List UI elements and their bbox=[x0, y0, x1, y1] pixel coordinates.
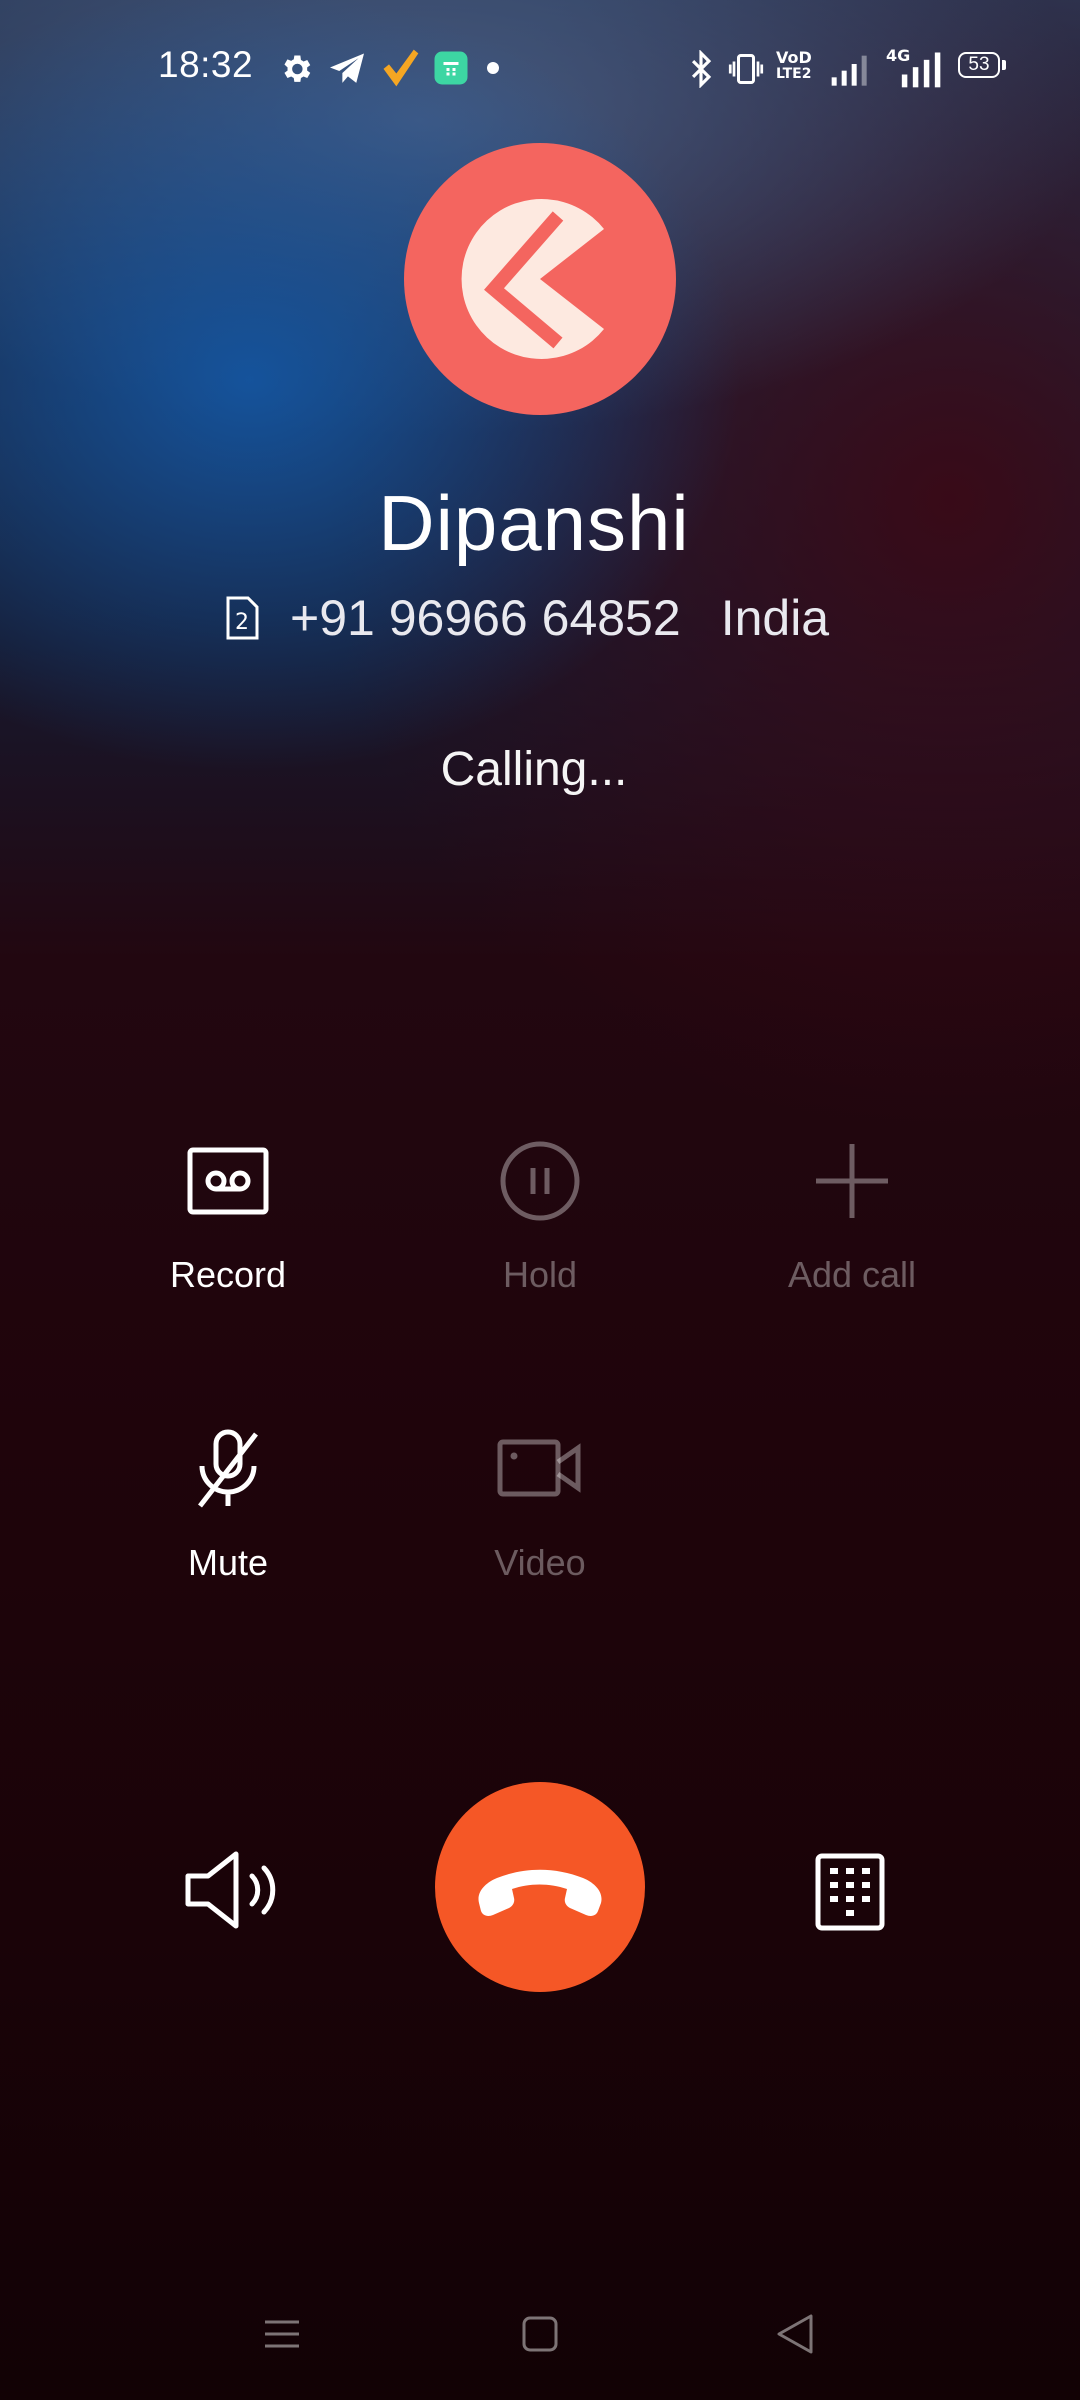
caller-country: India bbox=[720, 590, 830, 646]
status-time: 18:32 bbox=[158, 44, 254, 85]
status-bar: 18:32 VoD LTE2 4G 53 bbox=[0, 0, 1080, 140]
mute-button[interactable]: Mute bbox=[78, 1418, 378, 1584]
caller-avatar-logo-icon bbox=[461, 199, 604, 359]
battery-level: 53 bbox=[968, 54, 990, 75]
video-camera-icon bbox=[490, 1418, 590, 1518]
dialpad-icon bbox=[815, 1853, 885, 1931]
add-call-button[interactable]: Add call bbox=[702, 1130, 1002, 1296]
navigation-bar bbox=[0, 2280, 1080, 2390]
record-button[interactable]: Record bbox=[78, 1130, 378, 1296]
bluetooth-icon bbox=[691, 50, 712, 88]
home-icon[interactable] bbox=[520, 2314, 560, 2354]
hold-button[interactable]: Hold bbox=[390, 1130, 690, 1296]
volte-bottom-label: LTE2 bbox=[776, 66, 812, 82]
battery-icon: 53 bbox=[958, 52, 1008, 82]
volte-icon: VoD LTE2 bbox=[776, 48, 816, 83]
hold-label: Hold bbox=[502, 1254, 578, 1295]
add-call-label: Add call bbox=[787, 1254, 917, 1295]
plus-icon bbox=[802, 1130, 902, 1230]
end-call-icon bbox=[478, 1869, 602, 1916]
caller-avatar bbox=[404, 143, 676, 415]
4g-signal-icon: 4G bbox=[882, 46, 946, 90]
pause-icon bbox=[490, 1130, 590, 1230]
check-app-icon bbox=[383, 49, 419, 87]
video-button[interactable]: Video bbox=[390, 1418, 690, 1584]
sim-slot-label: 2 bbox=[235, 610, 249, 635]
video-label: Video bbox=[494, 1542, 586, 1583]
speaker-icon bbox=[185, 1851, 276, 1929]
back-icon[interactable] bbox=[775, 2312, 817, 2356]
record-label: Record bbox=[169, 1254, 287, 1295]
speaker-button[interactable] bbox=[176, 1840, 286, 1940]
signal-icon bbox=[831, 55, 867, 86]
sim-card-icon: 2 bbox=[226, 596, 259, 640]
call-status: Calling... bbox=[440, 743, 628, 796]
menu-icon[interactable] bbox=[262, 2314, 302, 2354]
android-app-icon bbox=[434, 51, 468, 85]
caller-number: +91 96966 64852 bbox=[290, 590, 681, 646]
vibrate-icon bbox=[728, 54, 764, 84]
microphone-off-icon bbox=[178, 1418, 278, 1518]
telegram-icon bbox=[330, 53, 364, 83]
caller-number-row: 2 +91 96966 64852 India bbox=[224, 588, 829, 648]
settings-icon bbox=[284, 55, 311, 82]
notification-dot-icon bbox=[487, 62, 499, 74]
volte-top-label: VoD bbox=[776, 48, 812, 67]
mute-label: Mute bbox=[187, 1542, 269, 1583]
end-call-button[interactable] bbox=[435, 1782, 645, 1992]
record-icon bbox=[178, 1130, 278, 1230]
dialpad-button[interactable] bbox=[802, 1842, 902, 1942]
caller-name: Dipanshi bbox=[378, 479, 690, 567]
